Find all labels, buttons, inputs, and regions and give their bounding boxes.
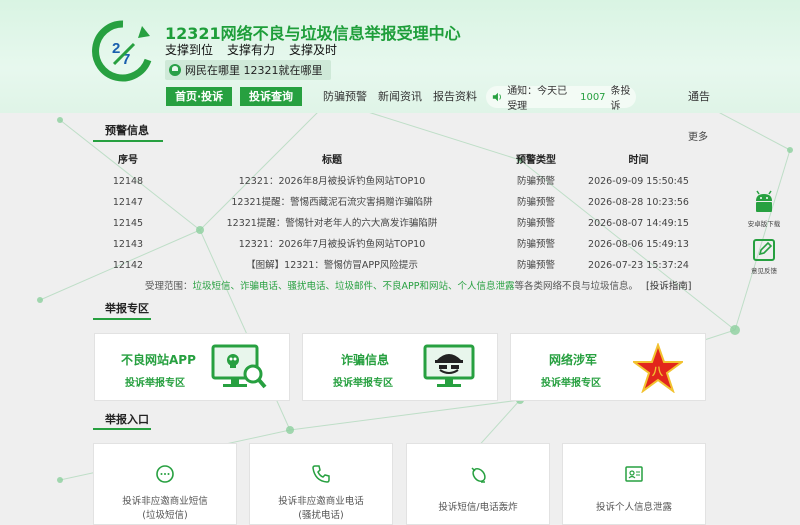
warning-more-link[interactable]: 更多: [688, 128, 708, 143]
table-row[interactable]: 12145 12321提醒：警惕针对老年人的六大高发诈骗陷阱 防骗预警 2026…: [93, 213, 706, 234]
card-title: 诈骗信息: [341, 353, 390, 367]
table-row[interactable]: 12143 12321：2026年7月被投诉钓鱼网站TOP10 防骗预警 202…: [93, 234, 706, 255]
row-title-link[interactable]: 12321提醒：警惕针对老年人的六大高发诈骗陷阱: [163, 213, 501, 234]
nav-news[interactable]: 新闻资讯: [378, 87, 422, 106]
user-icon: [169, 64, 181, 76]
nav-complaint-query[interactable]: 投诉查询: [240, 87, 302, 106]
nav-home-complaint[interactable]: 首页·投诉: [166, 87, 233, 106]
row-type: 防骗预警: [516, 260, 555, 271]
report-card-bad-app[interactable]: 不良网站APP 投诉举报专区: [94, 333, 290, 401]
entry-spam-call[interactable]: 投诉非应邀商业电话 (骚扰电话): [249, 443, 393, 525]
row-type: 防骗预警: [516, 218, 555, 229]
card-title: 不良网站APP: [121, 353, 196, 367]
section-underline: [93, 140, 163, 142]
main-nav: 首页·投诉 投诉查询 防骗预警 新闻资讯 报告资料 通告: [0, 87, 800, 107]
phone-icon: [312, 465, 330, 483]
card-subtitle: 投诉举报专区: [541, 378, 601, 389]
row-time: 2026-08-28 10:23:56: [588, 197, 689, 208]
slogans: 支撑到位 支撑有力 支撑及时: [165, 41, 337, 58]
android-download[interactable]: 安卓版下载: [744, 190, 784, 228]
card-title: 网络涉军: [549, 353, 598, 367]
bomb-icon: [471, 467, 486, 483]
motto-banner: 网民在哪里 12321就在哪里: [165, 60, 331, 80]
site-header: 2 7 12321网络不良与垃圾信息举报受理中心 支撑到位 支撑有力 支撑及时 …: [0, 0, 800, 113]
row-type: 防骗预警: [516, 176, 555, 187]
section-underline: [93, 318, 151, 320]
site-logo[interactable]: 2 7: [92, 20, 154, 82]
row-id: 12142: [112, 260, 144, 271]
entry-sublabel: (骚扰电话): [298, 510, 344, 521]
card-subtitle: 投诉举报专区: [125, 378, 185, 389]
complaint-guide-link[interactable]: [投诉指南]: [646, 281, 691, 292]
id-card-icon: [625, 466, 643, 482]
android-label: 安卓版下载: [747, 220, 781, 228]
notice-count: 1007: [580, 91, 606, 103]
col-time: 时间: [628, 155, 649, 166]
android-icon: [756, 190, 772, 212]
warning-table: 序号 标题 预警类型 时间 12148 12321：2026年8月被投诉钓鱼网站…: [93, 150, 706, 276]
col-type: 预警类型: [516, 155, 556, 166]
report-card-military[interactable]: 网络涉军 投诉举报专区 八: [510, 333, 706, 401]
scope-items[interactable]: 垃圾短信、诈骗电话、骚扰电话、垃圾邮件、不良APP和网站、个人信息泄露: [193, 281, 515, 292]
chat-bubble-icon: [156, 465, 174, 483]
entry-label: 投诉非应邀商业短信: [122, 496, 208, 507]
row-time: 2026-08-06 15:49:13: [588, 239, 689, 250]
row-time: 2026-07-23 15:37:24: [588, 260, 689, 271]
scope-suffix: 等各类网络不良与垃圾信息。: [514, 281, 638, 292]
scope-text: 受理范围：垃圾短信、诈骗电话、骚扰电话、垃圾邮件、不良APP和网站、个人信息泄露…: [145, 278, 691, 292]
entry-sublabel: (垃圾短信): [142, 510, 188, 521]
row-id: 12148: [112, 176, 144, 187]
notice-bar: 通知：今天已受理 1007 条投诉: [486, 86, 636, 112]
row-id: 12143: [112, 239, 144, 250]
slogan: 支撑到位: [165, 43, 214, 57]
row-type: 防骗预警: [516, 197, 555, 208]
row-id: 12145: [112, 218, 144, 229]
card-subtitle: 投诉举报专区: [333, 378, 393, 389]
nav-announcement[interactable]: 通告: [688, 87, 710, 106]
entry-info-leak[interactable]: 投诉个人信息泄露: [562, 443, 706, 525]
table-row[interactable]: 12147 12321提醒：警惕西藏泥石流灾害捐赠诈骗陷阱 防骗预警 2026-…: [93, 192, 706, 213]
notice-suffix: 条投诉: [610, 86, 631, 112]
report-zone-title: 举报专区: [105, 302, 149, 315]
army-star-icon: 八: [633, 343, 683, 393]
feedback-button[interactable]: 意见反馈: [744, 237, 784, 275]
slogan: 支撑有力: [227, 43, 276, 57]
row-title-link[interactable]: 【图解】12321：警惕仿冒APP风险提示: [163, 255, 501, 276]
scope-prefix: 受理范围：: [145, 281, 193, 292]
row-title-link[interactable]: 12321：2026年7月被投诉钓鱼网站TOP10: [163, 234, 501, 255]
speaker-icon: [492, 92, 501, 102]
feedback-edit-icon: [753, 239, 775, 261]
svg-text:八: 八: [651, 365, 664, 378]
table-row[interactable]: 12142 【图解】12321：警惕仿冒APP风险提示 防骗预警 2026-07…: [93, 255, 706, 276]
warning-section-title: 预警信息: [105, 124, 149, 137]
notice-prefix: 通知：今天已受理: [507, 86, 568, 112]
col-id: 序号: [118, 155, 138, 166]
entry-label: 投诉个人信息泄露: [595, 502, 672, 513]
entry-spam-sms[interactable]: 投诉非应邀商业短信 (垃圾短信): [93, 443, 237, 525]
table-header: 序号 标题 预警类型 时间: [93, 150, 706, 171]
nav-reports[interactable]: 报告资料: [433, 87, 477, 106]
row-title-link[interactable]: 12321：2026年8月被投诉钓鱼网站TOP10: [163, 171, 501, 192]
section-underline: [93, 428, 151, 430]
feedback-label: 意见反馈: [751, 267, 777, 275]
monitor-spy-icon: [423, 344, 475, 387]
report-card-fraud[interactable]: 诈骗信息 投诉举报专区: [302, 333, 498, 401]
table-row[interactable]: 12148 12321：2026年8月被投诉钓鱼网站TOP10 防骗预警 202…: [93, 171, 706, 192]
slogan: 支撑及时: [289, 43, 338, 57]
motto-text: 网民在哪里 12321就在哪里: [185, 64, 323, 77]
entry-label: 投诉短信/电话轰炸: [438, 502, 518, 513]
entry-label: 投诉非应邀商业电话: [278, 496, 364, 507]
row-title-link[interactable]: 12321提醒：警惕西藏泥石流灾害捐赠诈骗陷阱: [163, 192, 501, 213]
nav-fraud-warning[interactable]: 防骗预警: [323, 87, 367, 106]
svg-text:2: 2: [112, 40, 120, 57]
row-time: 2026-09-09 15:50:45: [588, 176, 689, 187]
row-type: 防骗预警: [516, 239, 555, 250]
entry-bombing[interactable]: 投诉短信/电话轰炸: [406, 443, 550, 525]
entry-zone-title: 举报入口: [105, 413, 149, 426]
row-time: 2026-08-07 14:49:15: [588, 218, 689, 229]
monitor-skull-search-icon: [211, 344, 267, 389]
col-title: 标题: [322, 155, 342, 166]
row-id: 12147: [112, 197, 144, 208]
